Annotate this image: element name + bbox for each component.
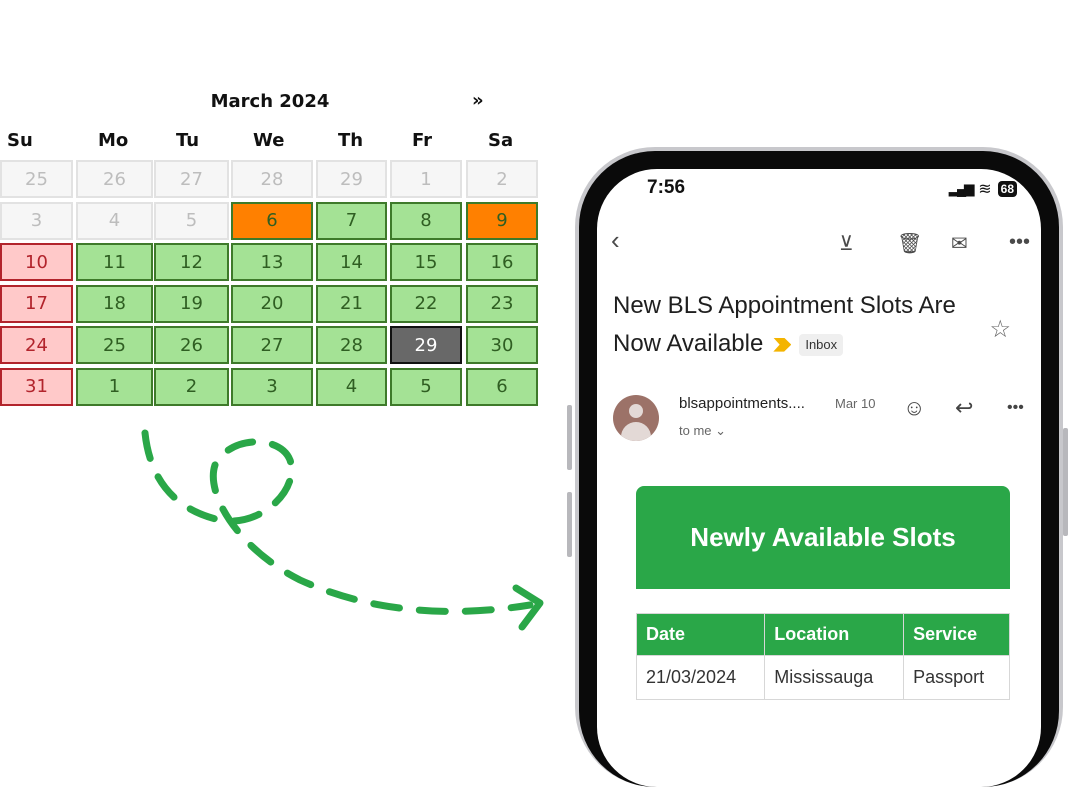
back-icon[interactable]: ‹ xyxy=(611,225,620,256)
table-cell: 21/03/2024 xyxy=(635,655,766,700)
archive-icon[interactable]: ⊻ xyxy=(839,231,854,256)
star-icon[interactable]: ☆ xyxy=(989,315,1011,344)
wifi-icon: ≋ xyxy=(978,181,992,198)
table-header-row: Date Location Service xyxy=(635,613,1010,656)
phone-bezel: 7:56 ▂▄▆ ≋ 68 ‹ ⊻ 🗑︎ ✉ ••• New BLS Appoi… xyxy=(579,151,1059,787)
power-button xyxy=(1063,428,1068,536)
table-cell: Mississauga xyxy=(764,655,905,700)
column-header-location: Location xyxy=(764,613,905,656)
arrow-path xyxy=(141,429,534,615)
phone-screen: 7:56 ▂▄▆ ≋ 68 ‹ ⊻ 🗑︎ ✉ ••• New BLS Appoi… xyxy=(597,169,1041,787)
message-more-icon[interactable]: ••• xyxy=(1007,399,1024,417)
phone-mockup: 7:56 ▂▄▆ ≋ 68 ‹ ⊻ 🗑︎ ✉ ••• New BLS Appoi… xyxy=(575,147,1063,787)
sender-name[interactable]: blsappointments.... xyxy=(679,395,805,412)
table-cell: Passport xyxy=(903,655,1010,700)
sender-avatar xyxy=(613,395,659,441)
reply-icon[interactable]: ↩ xyxy=(955,395,973,421)
status-time: 7:56 xyxy=(647,177,686,198)
email-date: Mar 10 xyxy=(835,396,876,411)
email-subject: New BLS Appointment Slots Are Now Availa… xyxy=(613,287,1003,363)
volume-down-button xyxy=(567,492,572,557)
avatar-head xyxy=(629,404,643,418)
slots-table: Date Location Service 21/03/2024 Mississaug… xyxy=(635,613,1010,700)
column-header-service: Service xyxy=(903,613,1010,656)
signal-icon: ▂▄▆ xyxy=(949,181,974,196)
column-header-date: Date xyxy=(635,613,766,656)
table-row: 21/03/2024 Mississauga Passport xyxy=(635,655,1010,700)
recipient-details[interactable]: to me ⌄ xyxy=(679,423,726,439)
avatar-body xyxy=(621,422,651,441)
inbox-label[interactable]: Inbox xyxy=(799,333,844,356)
importance-marker-icon xyxy=(773,337,792,352)
slots-banner: Newly Available Slots xyxy=(636,486,1010,589)
volume-up-button xyxy=(567,405,572,470)
status-icons: ▂▄▆ ≋ 68 xyxy=(949,179,1017,199)
mark-unread-icon[interactable]: ✉ xyxy=(951,231,968,256)
battery-indicator: 68 xyxy=(997,181,1017,197)
delete-icon[interactable]: 🗑︎ xyxy=(897,231,922,256)
more-icon[interactable]: ••• xyxy=(1009,231,1030,254)
emoji-react-icon[interactable]: ☺ xyxy=(903,395,925,421)
